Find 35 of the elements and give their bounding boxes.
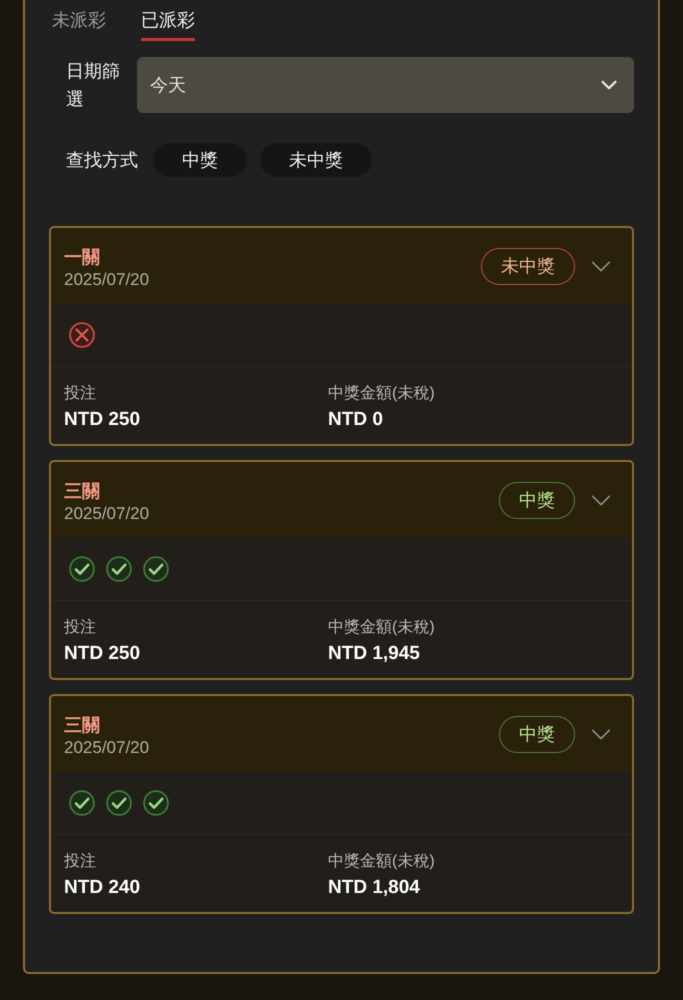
tab[interactable]: 未派彩 bbox=[52, 0, 106, 41]
bet-title: 三關 bbox=[64, 714, 101, 736]
bet-date: 2025/07/20 bbox=[64, 268, 150, 290]
check-circle-icon bbox=[143, 556, 169, 582]
payout-label: 中獎金額(未稅) bbox=[328, 852, 436, 872]
payout-amount: NTD 0 bbox=[328, 408, 384, 432]
check-circle-icon bbox=[106, 790, 132, 816]
status-badge: 中獎 bbox=[499, 482, 575, 518]
stake-amount: NTD 250 bbox=[64, 408, 142, 432]
filter-label: 日期篩選 bbox=[66, 60, 121, 111]
bet-date: 2025/07/20 bbox=[64, 502, 150, 524]
payout-amount: NTD 1,804 bbox=[328, 876, 421, 900]
check-circle-icon bbox=[143, 790, 169, 816]
payout-amount: NTD 1,945 bbox=[328, 642, 421, 666]
check-circle-icon bbox=[69, 556, 95, 582]
bet-title: 一關 bbox=[64, 246, 101, 268]
bet-date: 2025/07/20 bbox=[64, 736, 150, 758]
stake-amount: NTD 250 bbox=[64, 642, 142, 666]
stake-label: 投注 bbox=[64, 852, 97, 872]
stake-label: 投注 bbox=[64, 384, 97, 404]
status-badge: 未中獎 bbox=[481, 248, 575, 284]
check-circle-icon bbox=[69, 790, 95, 816]
check-circle-icon bbox=[106, 556, 132, 582]
cross-circle-icon bbox=[69, 322, 95, 348]
filter-chip[interactable]: 中獎 bbox=[153, 143, 247, 177]
date-dropdown[interactable]: 今天 bbox=[137, 57, 634, 113]
filter-chip[interactable]: 未中獎 bbox=[260, 143, 372, 177]
payout-label: 中獎金額(未稅) bbox=[328, 384, 436, 404]
bet-title: 三關 bbox=[64, 480, 101, 502]
status-badge: 中獎 bbox=[499, 716, 575, 752]
stake-amount: NTD 240 bbox=[64, 876, 142, 900]
search-label: 查找方式 bbox=[66, 149, 138, 172]
stake-label: 投注 bbox=[64, 618, 97, 638]
tab[interactable]: 已派彩 bbox=[141, 0, 195, 41]
payout-label: 中獎金額(未稅) bbox=[328, 618, 436, 638]
